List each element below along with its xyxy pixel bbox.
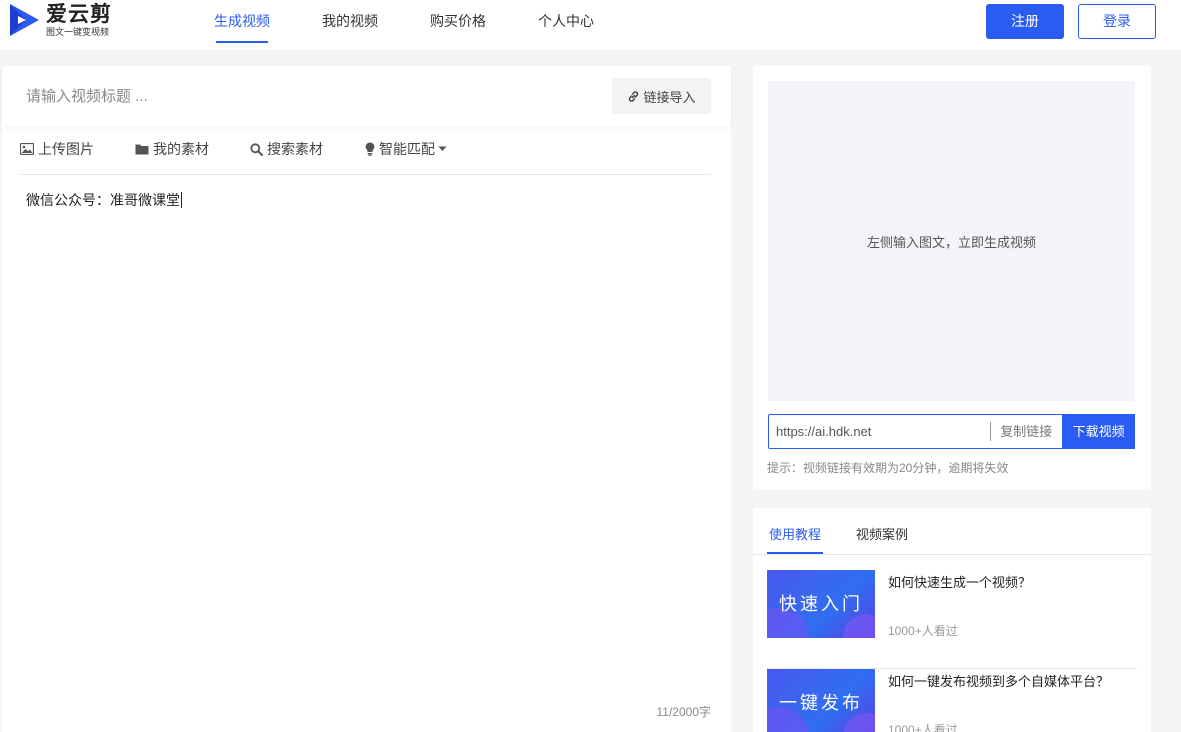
link-import-label: 链接导入 [643,89,696,105]
my-materials-tool[interactable]: 我的素材 [135,140,209,158]
nav-user-center[interactable]: 个人中心 [538,0,594,50]
nav-my-videos[interactable]: 我的视频 [322,0,378,50]
main-nav: 生成视频 我的视频 购买价格 个人中心 [214,0,646,50]
brand-slogan: 图文一键变视频 [46,26,110,37]
video-preview: 左侧输入图文，立即生成视频 [768,81,1135,401]
tutorial-tabs: 使用教程 视频案例 [753,508,1151,555]
editor-toolbar: 上传图片 我的素材 搜索素材 智能匹配 [20,140,711,175]
thumbnail-text: 一键发布 [779,693,863,713]
caret-down-icon [438,146,447,151]
tab-tutorials[interactable]: 使用教程 [766,524,824,554]
tutorial-views: 1000+人看过 [888,624,958,638]
thumbnail-text: 快速入门 [779,594,863,614]
article-content-text: 微信公众号：准哥微课堂 [26,192,180,208]
login-button[interactable]: 登录 [1078,4,1156,39]
search-materials-label: 搜索素材 [267,141,323,157]
list-item[interactable]: 一键发布 如何一键发布视频到多个自媒体平台？ 1000+人看过 [767,669,1137,732]
link-expiry-tip: 提示：视频链接有效期为20分钟，逾期将失效 [767,461,1009,475]
tutorial-title[interactable]: 如何一键发布视频到多个自媒体平台？ [888,671,1109,690]
my-materials-label: 我的素材 [153,141,209,157]
video-link-bar: 复制链接 下载视频 [768,414,1135,449]
upload-image-tool[interactable]: 上传图片 [20,140,94,158]
article-content[interactable]: 微信公众号：准哥微课堂 [26,190,182,210]
tab-video-cases[interactable]: 视频案例 [856,524,908,543]
download-video-button[interactable]: 下载视频 [1062,414,1135,449]
brand-name: 爱云剪 [46,2,112,26]
folder-icon [135,144,149,155]
word-count: 11/2000字 [656,705,712,719]
video-url-field[interactable] [769,415,991,448]
play-logo-icon [10,4,39,36]
video-title-input[interactable] [26,84,586,108]
register-button[interactable]: 注册 [986,4,1064,39]
lightbulb-icon [365,142,375,156]
tutorial-thumbnail[interactable]: 一键发布 [767,669,875,732]
copy-link-button[interactable]: 复制链接 [990,415,1062,448]
tutorial-thumbnail[interactable]: 快速入门 [767,570,875,638]
tutorial-views: 1000+人看过 [888,723,958,732]
upload-image-label: 上传图片 [38,141,94,157]
image-icon [20,143,34,155]
smart-match-label: 智能匹配 [379,141,435,157]
preview-placeholder: 左侧输入图文，立即生成视频 [866,234,1036,250]
text-cursor [181,192,182,208]
nav-pricing[interactable]: 购买价格 [430,0,486,50]
editor-panel: 链接导入 上传图片 我的素材 搜索素材 [2,66,731,732]
title-row: 链接导入 [2,66,731,126]
preview-panel: 左侧输入图文，立即生成视频 复制链接 下载视频 提示：视频链接有效期为20分钟，… [753,66,1151,490]
tutorials-panel: 使用教程 视频案例 快速入门 如何快速生成一个视频？ 1000+人看过 一键发布… [753,508,1151,732]
tutorial-title[interactable]: 如何快速生成一个视频？ [888,572,1031,591]
search-icon [250,142,263,156]
top-header: 爱云剪 图文一键变视频 生成视频 我的视频 购买价格 个人中心 注册 登录 [0,0,1181,50]
search-materials-tool[interactable]: 搜索素材 [250,140,323,158]
smart-match-tool[interactable]: 智能匹配 [365,140,451,158]
list-item[interactable]: 快速入门 如何快速生成一个视频？ 1000+人看过 [767,570,1137,669]
nav-generate-video[interactable]: 生成视频 [214,0,270,50]
link-icon [629,90,639,102]
logo[interactable]: 爱云剪 图文一键变视频 [6,2,112,38]
link-import-button[interactable]: 链接导入 [612,78,711,114]
